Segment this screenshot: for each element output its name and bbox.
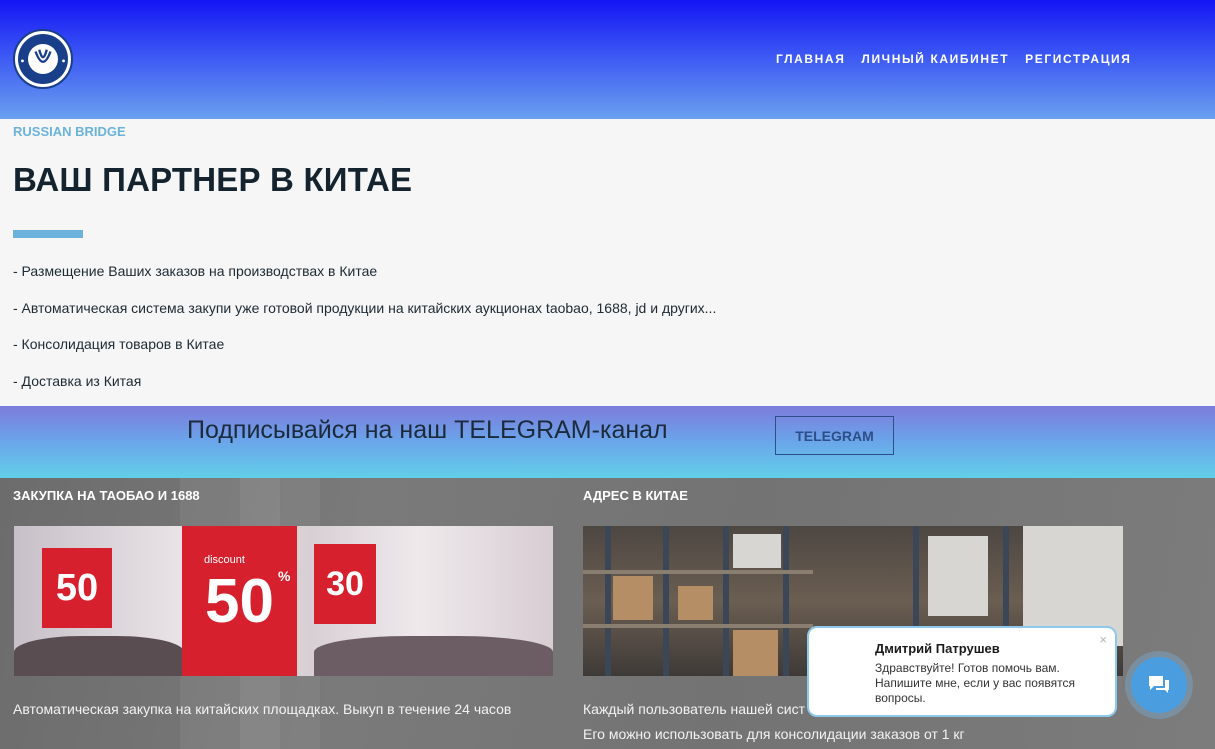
rack: [723, 526, 729, 676]
rack: [605, 526, 611, 676]
telegram-cta-text: Подписывайся на наш TELEGRAM-канал: [187, 416, 668, 444]
page-title: ВАШ ПАРТНЕР В КИТАЕ: [13, 161, 413, 198]
logo[interactable]: [13, 29, 73, 89]
sale-sign: 50: [42, 548, 112, 628]
box: [928, 536, 988, 616]
feature-item: - Доставка из Китая: [13, 372, 142, 389]
shelf: [583, 570, 813, 574]
chat-bubble-icon: [1149, 676, 1169, 693]
service-title-address: АДРЕС В КИТАЕ: [583, 488, 688, 503]
hero-section: RUSSIAN BRIDGE ВАШ ПАРТНЕР В КИТАЕ - Раз…: [0, 119, 1215, 406]
sale-sign-percent: %: [278, 568, 291, 584]
service-text-address-2: Его можно использовать для консолидации …: [583, 726, 965, 742]
clothes-pile: [14, 636, 184, 676]
service-text-taobao: Автоматическая закупка на китайских площ…: [13, 701, 512, 717]
chat-agent-name: Дмитрий Патрушев: [875, 641, 1000, 656]
rack: [663, 526, 669, 676]
nav-cabinet[interactable]: ЛИЧНЫЙ КАИБИНЕТ: [861, 52, 1009, 66]
box: [733, 534, 781, 568]
close-icon[interactable]: ×: [1099, 632, 1107, 647]
telegram-banner: Подписывайся на наш TELEGRAM-канал TELEG…: [0, 406, 1215, 478]
hero-eyebrow: RUSSIAN BRIDGE: [13, 124, 126, 139]
shelf: [583, 624, 813, 628]
service-text-address-1: Каждый пользователь нашей сист: [583, 701, 805, 717]
sale-sign-caption: discount: [204, 554, 245, 566]
feature-item: - Консолидация товаров в Китае: [13, 336, 225, 352]
rack: [783, 526, 789, 676]
service-title-taobao: ЗАКУПКА НА ТАОБАО И 1688: [13, 488, 200, 503]
main-nav: ГЛАВНАЯ ЛИЧНЫЙ КАИБИНЕТ РЕГИСТРАЦИЯ: [776, 52, 1132, 66]
box: [613, 576, 653, 620]
sale-image[interactable]: 50 50 discount % 30: [14, 526, 553, 676]
feature-list: - Размещение Ваших заказов на производст…: [13, 262, 716, 408]
avatar: [821, 640, 865, 684]
site-header: ГЛАВНАЯ ЛИЧНЫЙ КАИБИНЕТ РЕГИСТРАЦИЯ: [0, 0, 1215, 119]
box: [678, 586, 713, 620]
logo-mark-icon: [21, 49, 65, 63]
chat-launcher-button[interactable]: [1125, 651, 1193, 719]
nav-home[interactable]: ГЛАВНАЯ: [776, 52, 845, 66]
sale-sign-main: 50: [182, 526, 297, 676]
chat-popup[interactable]: Дмитрий Патрушев Здравствуйте! Готов пом…: [807, 626, 1117, 717]
nav-registration[interactable]: РЕГИСТРАЦИЯ: [1025, 52, 1131, 66]
sale-sign: 30: [314, 544, 376, 624]
feature-item: - Автоматическая система закупи уже гото…: [13, 299, 717, 316]
chat-message: Здравствуйте! Готов помочь вам. Напишите…: [875, 661, 1076, 705]
feature-item: - Размещение Ваших заказов на производст…: [13, 263, 378, 279]
sale-sign-value: 50: [205, 566, 274, 636]
chat-launcher-inner: [1131, 657, 1187, 713]
telegram-button[interactable]: TELEGRAM: [775, 416, 894, 455]
accent-divider: [13, 230, 83, 238]
box: [733, 630, 778, 676]
clothes-pile: [314, 636, 553, 676]
